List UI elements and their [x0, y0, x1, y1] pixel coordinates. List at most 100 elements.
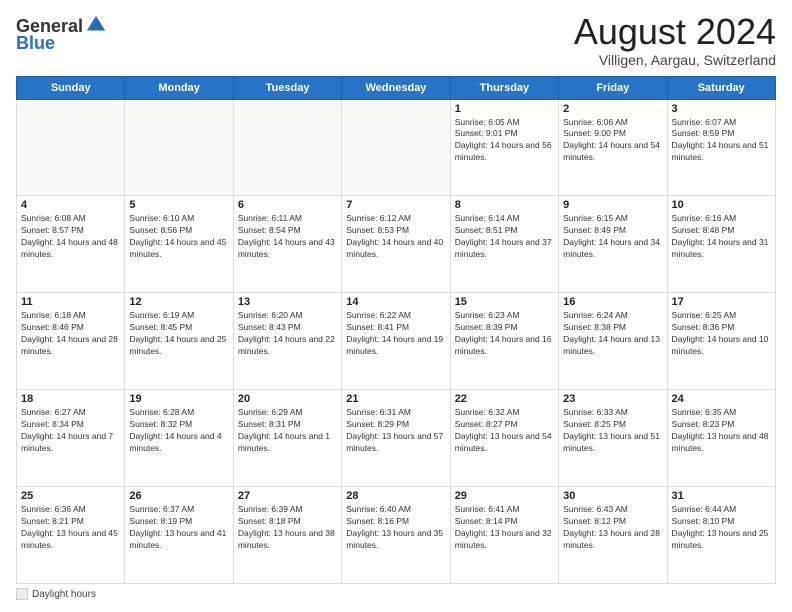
day-info: Sunrise: 6:41 AM Sunset: 8:14 PM Dayligh… — [455, 504, 554, 552]
day-info: Sunrise: 6:33 AM Sunset: 8:25 PM Dayligh… — [563, 407, 662, 455]
calendar-week-1: 1 Sunrise: 6:05 AM Sunset: 9:01 PM Daylig… — [17, 99, 776, 196]
day-number: 29 — [455, 490, 554, 502]
day-number: 4 — [21, 199, 120, 211]
day-info: Sunrise: 6:39 AM Sunset: 8:18 PM Dayligh… — [238, 504, 337, 552]
day-number: 10 — [672, 199, 771, 211]
day-number: 20 — [238, 393, 337, 405]
day-info: Sunrise: 6:10 AM Sunset: 8:56 PM Dayligh… — [129, 213, 228, 261]
day-info: Sunrise: 6:32 AM Sunset: 8:27 PM Dayligh… — [455, 407, 554, 455]
day-number: 2 — [563, 103, 662, 115]
calendar-cell: 22 Sunrise: 6:32 AM Sunset: 8:27 PM Dayli… — [450, 390, 558, 487]
day-number: 1 — [455, 103, 554, 115]
calendar-cell: 1 Sunrise: 6:05 AM Sunset: 9:01 PM Daylig… — [450, 99, 558, 196]
day-info: Sunrise: 6:27 AM Sunset: 8:34 PM Dayligh… — [21, 407, 120, 455]
calendar-cell: 10Sunrise: 6:16 AM Sunset: 8:48 PM Dayli… — [667, 196, 775, 293]
day-number: 22 — [455, 393, 554, 405]
calendar-cell: 11 Sunrise: 6:18 AM Sunset: 8:46 PM Dayli… — [17, 293, 125, 390]
logo-icon — [85, 14, 107, 36]
day-info: Sunrise: 6:18 AM Sunset: 8:46 PM Dayligh… — [21, 310, 120, 358]
day-number: 12 — [129, 296, 228, 308]
day-number: 25 — [21, 490, 120, 502]
calendar-cell: 3 Sunrise: 6:07 AM Sunset: 8:59 PM Daylig… — [667, 99, 775, 196]
day-info: Sunrise: 6:15 AM Sunset: 8:49 PM Dayligh… — [563, 213, 662, 261]
calendar-week-3: 11 Sunrise: 6:18 AM Sunset: 8:46 PM Dayli… — [17, 293, 776, 390]
day-info: Sunrise: 6:28 AM Sunset: 8:32 PM Dayligh… — [129, 407, 228, 455]
day-number: 24 — [672, 393, 771, 405]
weekday-header-sunday: Sunday — [17, 76, 125, 99]
day-number: 17 — [672, 296, 771, 308]
day-number: 9 — [563, 199, 662, 211]
calendar-cell: 17 Sunrise: 6:25 AM Sunset: 8:36 PM Dayli… — [667, 293, 775, 390]
day-number: 13 — [238, 296, 337, 308]
weekday-header-monday: Monday — [125, 76, 233, 99]
day-info: Sunrise: 6:14 AM Sunset: 8:51 PM Dayligh… — [455, 213, 554, 261]
day-number: 5 — [129, 199, 228, 211]
day-number: 11 — [21, 296, 120, 308]
calendar-cell: 24 Sunrise: 6:35 AM Sunset: 8:23 PM Dayli… — [667, 390, 775, 487]
title-block: August 2024 Villigen, Aargau, Switzerlan… — [574, 12, 776, 68]
day-number: 19 — [129, 393, 228, 405]
calendar-cell — [342, 99, 450, 196]
calendar-cell: 16Sunrise: 6:24 AM Sunset: 8:38 PM Dayli… — [559, 293, 667, 390]
day-info: Sunrise: 6:06 AM Sunset: 9:00 PM Dayligh… — [563, 117, 662, 165]
day-number: 30 — [563, 490, 662, 502]
day-number: 18 — [21, 393, 120, 405]
calendar-week-5: 25 Sunrise: 6:36 AM Sunset: 8:21 PM Dayli… — [17, 487, 776, 584]
calendar-cell — [17, 99, 125, 196]
day-number: 27 — [238, 490, 337, 502]
calendar-cell: 9 Sunrise: 6:15 AM Sunset: 8:49 PM Daylig… — [559, 196, 667, 293]
day-info: Sunrise: 6:25 AM Sunset: 8:36 PM Dayligh… — [672, 310, 771, 358]
day-number: 14 — [346, 296, 445, 308]
day-number: 6 — [238, 199, 337, 211]
calendar-cell: 31 Sunrise: 6:44 AM Sunset: 8:10 PM Dayli… — [667, 487, 775, 584]
day-number: 16 — [563, 296, 662, 308]
daylight-legend: Daylight hours — [16, 588, 96, 600]
day-number: 15 — [455, 296, 554, 308]
daylight-box — [16, 588, 28, 600]
calendar-cell: 21Sunrise: 6:31 AM Sunset: 8:29 PM Dayli… — [342, 390, 450, 487]
day-number: 7 — [346, 199, 445, 211]
day-info: Sunrise: 6:35 AM Sunset: 8:23 PM Dayligh… — [672, 407, 771, 455]
day-info: Sunrise: 6:29 AM Sunset: 8:31 PM Dayligh… — [238, 407, 337, 455]
day-info: Sunrise: 6:43 AM Sunset: 8:12 PM Dayligh… — [563, 504, 662, 552]
day-info: Sunrise: 6:37 AM Sunset: 8:19 PM Dayligh… — [129, 504, 228, 552]
day-number: 21 — [346, 393, 445, 405]
calendar-cell: 27 Sunrise: 6:39 AM Sunset: 8:18 PM Dayli… — [233, 487, 341, 584]
calendar-cell: 12Sunrise: 6:19 AM Sunset: 8:45 PM Dayli… — [125, 293, 233, 390]
calendar-cell — [233, 99, 341, 196]
footer: Daylight hours — [16, 588, 776, 600]
weekday-header-row: SundayMondayTuesdayWednesdayThursdayFrid… — [17, 76, 776, 99]
calendar-cell: 8 Sunrise: 6:14 AM Sunset: 8:51 PM Daylig… — [450, 196, 558, 293]
day-info: Sunrise: 6:36 AM Sunset: 8:21 PM Dayligh… — [21, 504, 120, 552]
month-title: August 2024 — [574, 12, 776, 52]
calendar-table: SundayMondayTuesdayWednesdayThursdayFrid… — [16, 76, 776, 584]
calendar-week-2: 4Sunrise: 6:08 AM Sunset: 8:57 PM Daylig… — [17, 196, 776, 293]
logo: General Blue — [16, 16, 107, 54]
weekday-header-wednesday: Wednesday — [342, 76, 450, 99]
day-info: Sunrise: 6:44 AM Sunset: 8:10 PM Dayligh… — [672, 504, 771, 552]
calendar-cell: 5 Sunrise: 6:10 AM Sunset: 8:56 PM Daylig… — [125, 196, 233, 293]
calendar-cell: 23Sunrise: 6:33 AM Sunset: 8:25 PM Dayli… — [559, 390, 667, 487]
calendar-cell: 19 Sunrise: 6:28 AM Sunset: 8:32 PM Dayli… — [125, 390, 233, 487]
day-info: Sunrise: 6:07 AM Sunset: 8:59 PM Dayligh… — [672, 117, 771, 165]
day-info: Sunrise: 6:23 AM Sunset: 8:39 PM Dayligh… — [455, 310, 554, 358]
day-info: Sunrise: 6:11 AM Sunset: 8:54 PM Dayligh… — [238, 213, 337, 261]
day-number: 31 — [672, 490, 771, 502]
calendar-cell: 6 Sunrise: 6:11 AM Sunset: 8:54 PM Daylig… — [233, 196, 341, 293]
day-info: Sunrise: 6:05 AM Sunset: 9:01 PM Dayligh… — [455, 117, 554, 165]
calendar-cell: 28Sunrise: 6:40 AM Sunset: 8:16 PM Dayli… — [342, 487, 450, 584]
header: General Blue August 2024 Villigen, Aarga… — [16, 12, 776, 68]
day-number: 26 — [129, 490, 228, 502]
calendar-cell: 20 Sunrise: 6:29 AM Sunset: 8:31 PM Dayli… — [233, 390, 341, 487]
weekday-header-tuesday: Tuesday — [233, 76, 341, 99]
calendar-cell: 26 Sunrise: 6:37 AM Sunset: 8:19 PM Dayli… — [125, 487, 233, 584]
day-number: 3 — [672, 103, 771, 115]
day-number: 8 — [455, 199, 554, 211]
calendar-cell: 29 Sunrise: 6:41 AM Sunset: 8:14 PM Dayli… — [450, 487, 558, 584]
weekday-header-saturday: Saturday — [667, 76, 775, 99]
weekday-header-thursday: Thursday — [450, 76, 558, 99]
location: Villigen, Aargau, Switzerland — [574, 52, 776, 68]
day-info: Sunrise: 6:20 AM Sunset: 8:43 PM Dayligh… — [238, 310, 337, 358]
calendar-cell: 14Sunrise: 6:22 AM Sunset: 8:41 PM Dayli… — [342, 293, 450, 390]
day-info: Sunrise: 6:40 AM Sunset: 8:16 PM Dayligh… — [346, 504, 445, 552]
